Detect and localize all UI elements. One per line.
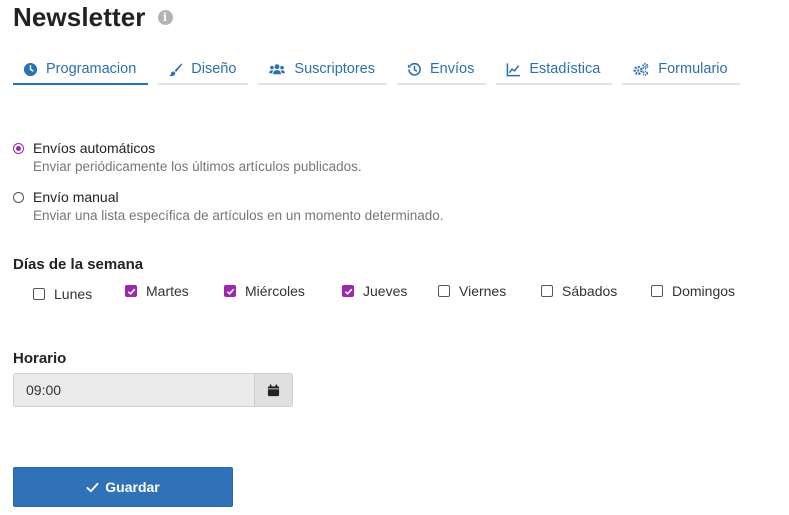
- radio-automatic-title: Envíos automáticos: [33, 140, 156, 156]
- check-icon: [86, 482, 99, 492]
- day-domingos[interactable]: Domingos: [651, 283, 735, 299]
- schedule-label: Horario: [13, 350, 67, 367]
- send-mode-manual[interactable]: Envío manual Enviar una lista específica…: [13, 189, 443, 225]
- radio-manual-title: Envío manual: [33, 189, 119, 205]
- tab-label: Estadística: [529, 61, 601, 77]
- day-miercoles[interactable]: Miércoles: [224, 283, 305, 299]
- save-button-label: Guardar: [105, 479, 160, 495]
- tab-programacion[interactable]: Programacion: [13, 55, 149, 85]
- day-jueves[interactable]: Jueves: [342, 283, 407, 299]
- tab-label: Diseño: [191, 61, 237, 77]
- calendar-icon: [267, 383, 280, 396]
- check-icon: [344, 288, 352, 295]
- day-label: Jueves: [363, 283, 408, 299]
- save-button[interactable]: Guardar: [13, 467, 233, 507]
- check-icon: [226, 288, 234, 295]
- day-martes[interactable]: Martes: [125, 283, 189, 299]
- page-title: Newsletter: [13, 1, 146, 32]
- checkbox-domingos[interactable]: [651, 285, 663, 297]
- line-chart-icon: [507, 62, 521, 76]
- weekdays-label: Días de la semana: [13, 256, 144, 273]
- history-icon: [407, 62, 421, 76]
- users-icon: [269, 63, 286, 74]
- tab-estadistica[interactable]: Estadística: [496, 55, 613, 85]
- day-label: Sábados: [562, 283, 618, 299]
- check-icon: [127, 288, 135, 295]
- day-label: Lunes: [54, 286, 93, 302]
- day-viernes[interactable]: Viernes: [438, 283, 506, 299]
- checkbox-viernes[interactable]: [438, 285, 450, 297]
- tab-label: Formulario: [658, 61, 728, 77]
- checkbox-martes[interactable]: [125, 285, 137, 297]
- tab-bar: Programacion Diseño Suscriptores Envíos …: [13, 55, 750, 85]
- tab-envios[interactable]: Envíos: [397, 55, 487, 85]
- day-label: Martes: [146, 283, 189, 299]
- checkbox-lunes[interactable]: [33, 288, 45, 300]
- time-input[interactable]: [13, 373, 254, 407]
- tab-label: Envíos: [430, 61, 475, 77]
- day-lunes[interactable]: Lunes: [33, 286, 92, 302]
- clock-icon: [23, 62, 38, 76]
- day-label: Domingos: [672, 283, 736, 299]
- checkbox-sabados[interactable]: [541, 285, 553, 297]
- day-label: Viernes: [459, 283, 507, 299]
- checkbox-jueves[interactable]: [342, 285, 354, 297]
- tab-label: Suscriptores: [294, 61, 375, 77]
- paint-brush-icon: [169, 62, 183, 76]
- day-label: Miércoles: [245, 283, 305, 299]
- checkbox-miercoles[interactable]: [224, 285, 236, 297]
- send-mode-automatic[interactable]: Envíos automáticos Enviar periódicamente…: [13, 140, 362, 176]
- day-sabados[interactable]: Sábados: [541, 283, 617, 299]
- info-circle-icon[interactable]: i: [157, 9, 173, 25]
- page-header: Newsletter i: [13, 0, 173, 34]
- radio-automatic[interactable]: [13, 143, 24, 154]
- tab-formulario[interactable]: Formulario: [622, 55, 740, 85]
- calendar-button[interactable]: [254, 373, 293, 407]
- tab-suscriptores[interactable]: Suscriptores: [258, 55, 387, 85]
- tab-label: Programacion: [46, 61, 137, 77]
- tab-diseno[interactable]: Diseño: [158, 55, 249, 85]
- cogs-icon: [633, 62, 649, 76]
- time-picker: [13, 373, 293, 407]
- radio-automatic-description: Enviar periódicamente los últimos artícu…: [33, 159, 362, 174]
- radio-manual-description: Enviar una lista específica de artículos…: [33, 208, 444, 223]
- radio-manual[interactable]: [13, 192, 24, 203]
